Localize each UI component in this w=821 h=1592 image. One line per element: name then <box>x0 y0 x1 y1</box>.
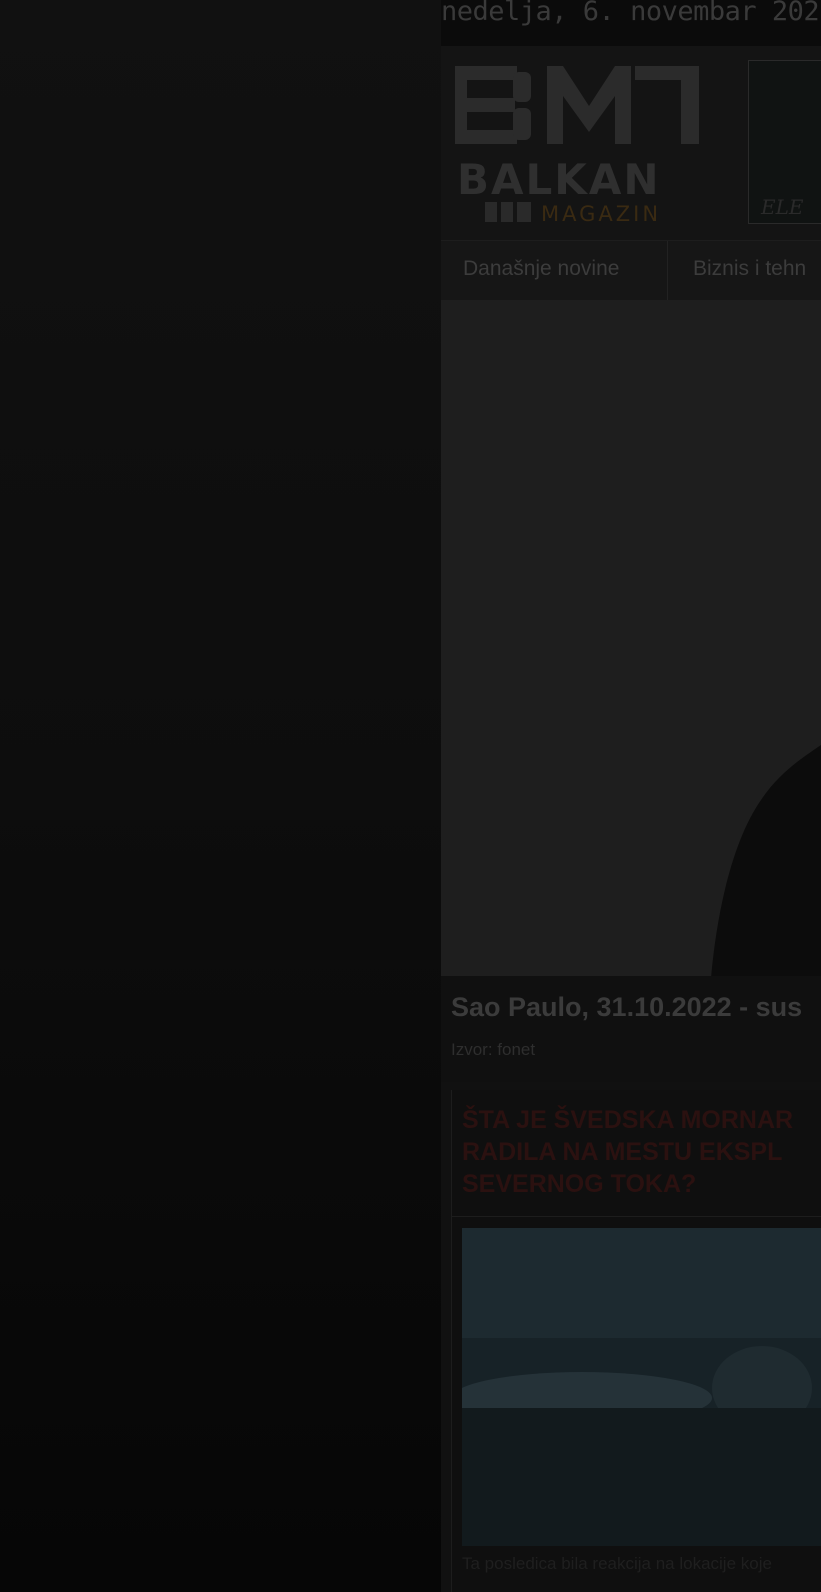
article-image-underwater-pipeline <box>462 1228 821 1546</box>
article-title-line: ŠTA JE ŠVEDSKA MORNAR <box>462 1106 794 1134</box>
article-title[interactable]: ŠTA JE ŠVEDSKA MORNAR RADILA NA MESTU EK… <box>462 1104 821 1200</box>
article-card-inner: ŠTA JE ŠVEDSKA MORNAR RADILA NA MESTU EK… <box>451 1090 821 1592</box>
article-title-line: SEVERNOG TOKA? <box>462 1170 697 1198</box>
article-image[interactable] <box>462 1228 821 1546</box>
page-background-left <box>0 0 441 1592</box>
nav-item-biznis-i-tehnologija[interactable]: Biznis i tehn <box>693 257 806 281</box>
hero-photo[interactable] <box>441 300 821 978</box>
nav-divider <box>667 241 668 301</box>
hero-source: Izvor: fonet <box>451 1040 536 1059</box>
article-excerpt: Ta posledica bila reakcija na lokacije k… <box>462 1554 772 1573</box>
hero-photo-image <box>441 300 821 978</box>
site-header: BALKAN MAGAZIN ELE <box>441 46 821 240</box>
article-card: ŠTA JE ŠVEDSKA MORNAR RADILA NA MESTU EK… <box>441 1082 821 1592</box>
news-page: nedelja, 6. novembar 2022 BALKAN MAGAZIN <box>441 0 821 1592</box>
balkan-magazin-logo[interactable]: BALKAN MAGAZIN <box>455 66 700 226</box>
nav-item-danasnje-novine[interactable]: Današnje novine <box>463 257 619 281</box>
header-ad-banner[interactable]: ELE <box>748 60 821 224</box>
ad-banner-text: ELE <box>761 195 804 219</box>
hero-caption-bar: Sao Paulo, 31.10.2022 - sus Izvor: fonet <box>441 976 821 1082</box>
main-navigation: Današnje novine Biznis i tehn <box>441 240 821 302</box>
article-divider <box>452 1216 821 1217</box>
logo-balkan-text: BALKAN <box>457 155 660 204</box>
current-date: nedelja, 6. novembar 2022 <box>441 0 821 27</box>
logo-magazin-text: MAGAZIN <box>541 202 661 226</box>
hero-caption[interactable]: Sao Paulo, 31.10.2022 - sus <box>451 992 802 1023</box>
article-title-line: RADILA NA MESTU EKSPL <box>462 1138 783 1166</box>
